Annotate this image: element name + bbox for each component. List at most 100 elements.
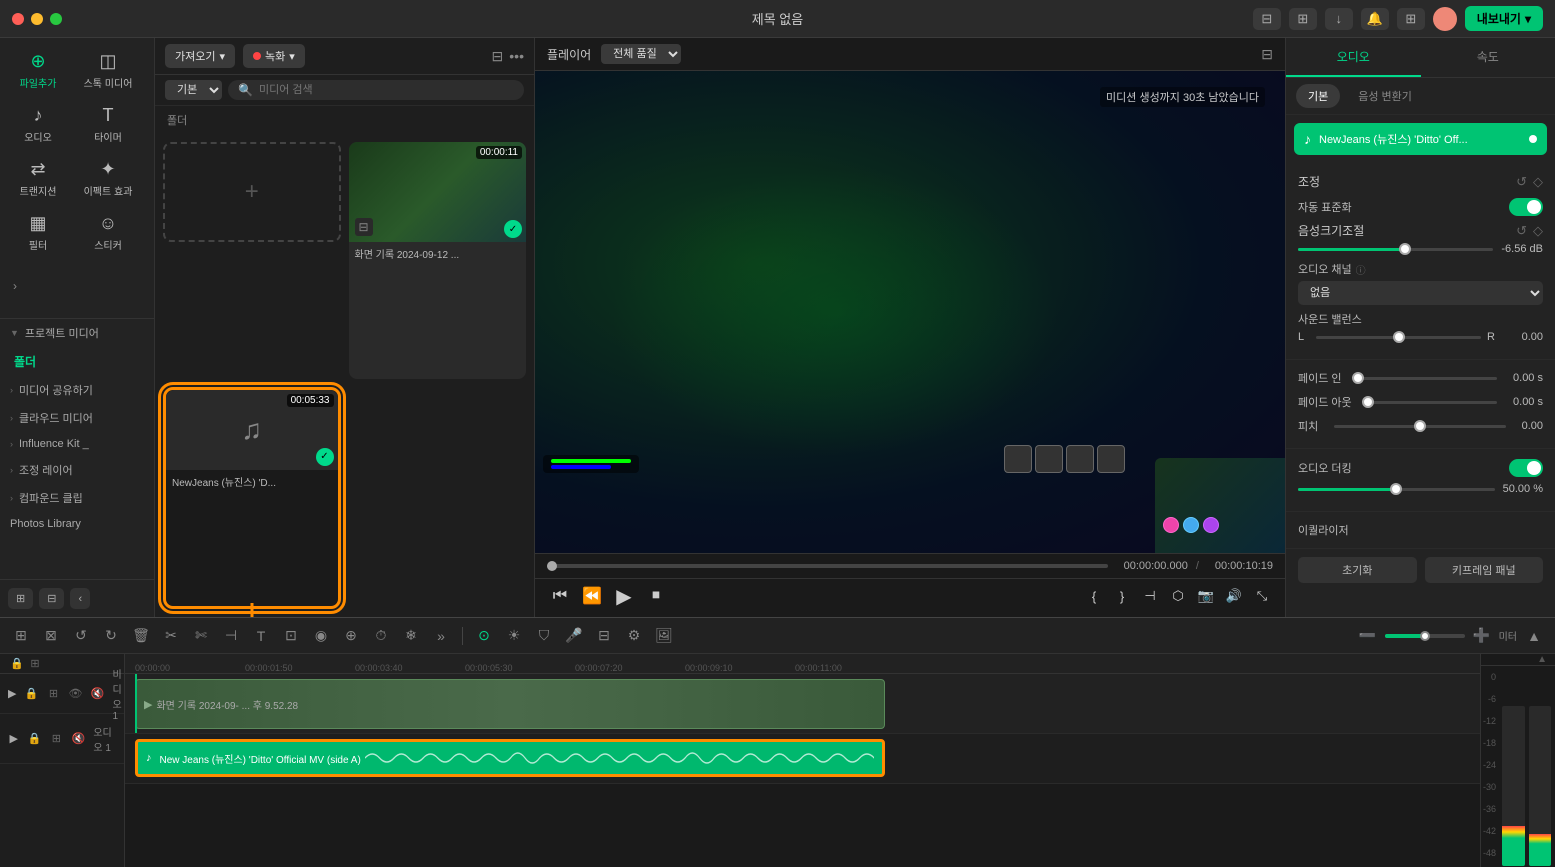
keyframe-panel-button[interactable]: 키프레임 패널 <box>1425 557 1544 583</box>
volume-slider[interactable] <box>1298 248 1493 251</box>
toolbar-stock-media[interactable]: ◫ 스톡 미디어 <box>74 44 142 96</box>
volume-reset-icon[interactable]: ↺ <box>1516 223 1527 239</box>
fade-out-slider[interactable] <box>1368 401 1497 404</box>
skip-back-button[interactable]: ⏮ <box>547 583 573 609</box>
volume-btn[interactable]: 🔊 <box>1223 585 1245 607</box>
tl-timer-btn[interactable]: ⏱ <box>368 623 394 649</box>
audio-mute-btn[interactable]: 🔇 <box>69 730 87 748</box>
diamond-icon[interactable]: ◇ <box>1533 174 1543 190</box>
sidebar-add-btn[interactable]: ⊞ <box>8 588 33 609</box>
filter-icon-btn[interactable]: ⊟ <box>492 48 504 65</box>
more-icon-btn[interactable]: ••• <box>509 48 524 65</box>
quality-select[interactable]: 전체 품질 <box>601 44 681 64</box>
pitch-slider[interactable] <box>1334 425 1505 428</box>
snapshot-btn[interactable]: 📷 <box>1195 585 1217 607</box>
sidebar-collapse-btn[interactable]: ‹ <box>70 588 90 609</box>
audio-track-icon-icon[interactable]: ▶ <box>8 730 19 748</box>
record-button[interactable]: 녹화 ▾ <box>243 44 305 68</box>
reset-icon[interactable]: ↺ <box>1516 174 1527 190</box>
audio-channel-select[interactable]: 없음 <box>1298 281 1543 305</box>
tl-delete-btn[interactable]: 🗑 <box>128 623 154 649</box>
media-item-audio[interactable]: 00:05:33 ♫ ✓ NewJeans (뉴진스) 'D... <box>163 387 341 610</box>
bell-icon-btn[interactable]: 🔔 <box>1361 8 1389 30</box>
tl-color-btn[interactable]: ◉ <box>308 623 334 649</box>
volume-diamond-icon[interactable]: ◇ <box>1533 223 1543 239</box>
download-icon-btn[interactable]: ↓ <box>1325 8 1353 30</box>
tl-cut-snap-btn[interactable]: ✂ <box>158 623 184 649</box>
timeline-lock-icon[interactable]: 🔒 <box>8 655 26 673</box>
toolbar-transition[interactable]: ⇄ 트랜지션 <box>4 152 72 204</box>
tl-text-btn[interactable]: T <box>248 623 274 649</box>
ducking-slider[interactable] <box>1298 488 1495 491</box>
tl-clip-btn[interactable]: ⊟ <box>591 623 617 649</box>
tl-insert-btn[interactable]: ⊣ <box>218 623 244 649</box>
avatar[interactable] <box>1433 7 1457 31</box>
auto-normalize-toggle[interactable] <box>1509 198 1543 216</box>
tl-speed-btn[interactable]: ⊕ <box>338 623 364 649</box>
media-add-button[interactable]: + <box>163 142 341 242</box>
video-clip[interactable]: ▶ 화면 기록 2024-09- ... 후 9.52.28 <box>135 679 885 729</box>
video-mute-btn[interactable]: 🔇 <box>88 685 106 703</box>
toolbar-filter[interactable]: ▦ 필터 <box>4 206 72 258</box>
play-button[interactable]: ▶ <box>611 583 637 609</box>
stop-button[interactable]: ⏹ <box>643 583 669 609</box>
tl-split-btn[interactable]: ⊞ <box>8 623 34 649</box>
import-button[interactable]: 가져오기 ▾ <box>165 44 235 68</box>
audio-ducking-toggle[interactable] <box>1509 459 1543 477</box>
grid-icon-btn[interactable]: ⊞ <box>1397 8 1425 30</box>
toolbar-more-btn[interactable]: › <box>4 260 26 312</box>
tl-mic-btn[interactable]: 🎤 <box>561 623 587 649</box>
tl-crop-btn[interactable]: ⊡ <box>278 623 304 649</box>
subtab-voice-change[interactable]: 음성 변환기 <box>1346 84 1424 108</box>
tl-zoom-in-btn[interactable]: ➕ <box>1469 623 1495 649</box>
audio-lock-btn[interactable]: 🔒 <box>25 730 43 748</box>
video-lock-btn[interactable]: 🔒 <box>22 685 40 703</box>
tl-link-btn[interactable]: ⊠ <box>38 623 64 649</box>
mark-out-btn[interactable]: } <box>1111 585 1133 607</box>
timeline-main[interactable]: 00:00:00 00:00:01:50 00:00:03:40 00:00:0… <box>125 654 1480 867</box>
tl-undo-btn[interactable]: ↺ <box>68 623 94 649</box>
media-search-input[interactable] <box>259 84 514 96</box>
toolbar-effect[interactable]: ✦ 이펙트 효과 <box>74 152 142 204</box>
fullscreen-button[interactable] <box>50 13 62 25</box>
video-track-icon-icon[interactable]: ▶ <box>8 685 16 703</box>
minimize-button[interactable] <box>31 13 43 25</box>
tab-audio[interactable]: 오디오 <box>1286 38 1421 77</box>
tl-gear-btn[interactable]: ⚙ <box>621 623 647 649</box>
tl-picture-btn[interactable]: 🖼 <box>651 623 677 649</box>
subtab-basic[interactable]: 기본 <box>1296 84 1340 108</box>
insert-btn[interactable]: ⊣ <box>1139 585 1161 607</box>
sidebar-item-compound-clip[interactable]: › 컴파운드 클립 <box>0 484 154 512</box>
fullscreen-preview-btn[interactable]: ⊟ <box>1261 46 1273 63</box>
tab-speed[interactable]: 속도 <box>1421 38 1555 77</box>
tl-freeze-btn[interactable]: ❄ <box>398 623 424 649</box>
meter-expand-btn[interactable]: ▲ <box>1537 654 1547 665</box>
sidebar-item-influence-kit[interactable]: › Influence Kit _ <box>0 432 154 456</box>
sidebar-item-cloud-media[interactable]: › 클라우드 미디어 <box>0 404 154 432</box>
tl-cut-btn[interactable]: ✄ <box>188 623 214 649</box>
tl-redo-btn[interactable]: ↻ <box>98 623 124 649</box>
frame-back-button[interactable]: ⏪ <box>579 583 605 609</box>
tl-more-btn[interactable]: » <box>428 623 454 649</box>
toolbar-sticker[interactable]: ☺ 스티커 <box>74 206 142 258</box>
sidebar-item-project-media[interactable]: ▼ 프로젝트 미디어 <box>0 319 154 347</box>
view-select[interactable]: 기본 <box>165 80 222 100</box>
close-button[interactable] <box>12 13 24 25</box>
tl-meter-expand-btn[interactable]: ▲ <box>1521 623 1547 649</box>
video-eye-btn[interactable]: 👁 <box>66 685 84 703</box>
tl-zoom-out-btn[interactable]: ➖ <box>1355 623 1381 649</box>
audio-clip[interactable]: ♪ New Jeans (뉴진스) 'Ditto' Official MV (s… <box>135 739 885 777</box>
media-item-screen-record[interactable]: 00:00:11 ✓ ⊟ 화면 기록 2024-09-12 ... <box>349 142 527 379</box>
sidebar-item-share-media[interactable]: › 미디어 공유하기 <box>0 376 154 404</box>
video-add-btn[interactable]: ⊞ <box>44 685 62 703</box>
resize-btn[interactable]: ⤡ <box>1251 585 1273 607</box>
tl-wave-btn[interactable]: ☀ <box>501 623 527 649</box>
audio-add-btn[interactable]: ⊞ <box>47 730 65 748</box>
zoom-slider[interactable] <box>1385 634 1465 638</box>
overlay-btn[interactable]: ⬡ <box>1167 585 1189 607</box>
balance-slider[interactable] <box>1316 336 1481 339</box>
sidebar-item-adjustment-layer[interactable]: › 조정 레이어 <box>0 456 154 484</box>
tl-shield-btn[interactable]: ⛉ <box>531 623 557 649</box>
export-button[interactable]: 내보내기 ▾ <box>1465 6 1543 31</box>
toolbar-file-add[interactable]: ⊕ 파일추가 <box>4 44 72 96</box>
